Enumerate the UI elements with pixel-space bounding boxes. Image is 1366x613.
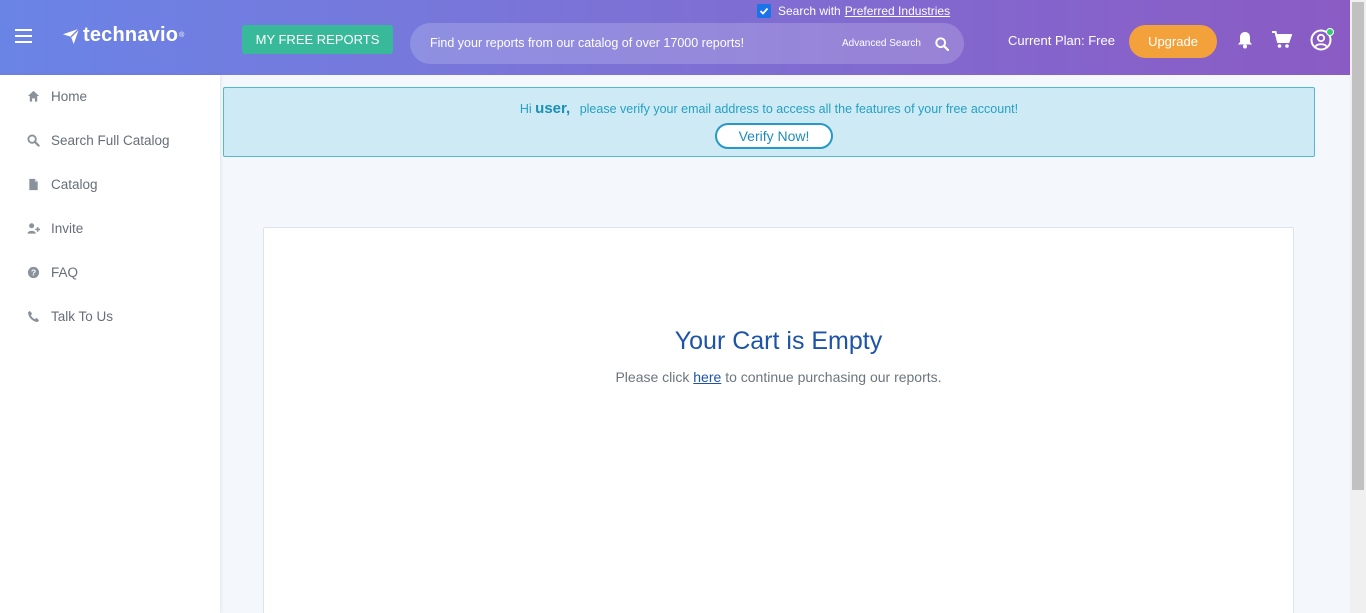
logo-trademark: ® — [179, 32, 185, 39]
empty-cart-text-after: to continue purchasing our reports. — [725, 369, 942, 385]
sidebar-item-search-full-catalog[interactable]: Search Full Catalog — [26, 133, 170, 148]
sidebar-item-talk-to-us[interactable]: Talk To Us — [26, 309, 113, 324]
empty-cart-text-before: Please click — [615, 369, 690, 385]
technavio-logo[interactable]: technavio ® — [62, 24, 184, 47]
home-icon — [26, 90, 40, 104]
preferred-prefix-text: Search with — [778, 4, 841, 18]
top-header: technavio ® MY FREE REPORTS Search with … — [0, 0, 1350, 75]
verify-email-alert: Hi user, please verify your email addres… — [223, 87, 1315, 157]
phone-icon — [26, 310, 40, 324]
search-input[interactable]: Find your reports from our catalog of ov… — [430, 36, 744, 50]
logo-text: technavio — [83, 24, 179, 46]
bell-icon[interactable] — [1237, 31, 1253, 49]
preferred-industries-toggle: Search with Preferred Industries — [757, 4, 950, 18]
search-icon — [26, 134, 40, 148]
preferred-industries-checkbox[interactable] — [757, 4, 771, 18]
logo-plane-icon — [62, 27, 80, 44]
advanced-search-link[interactable]: Advanced Search — [842, 38, 921, 49]
svg-text:?: ? — [30, 268, 35, 278]
current-plan-text: Current Plan: Free — [1008, 33, 1115, 48]
upgrade-button[interactable]: Upgrade — [1129, 25, 1217, 58]
alert-username: user, — [535, 100, 571, 117]
sidebar-item-label: Talk To Us — [51, 309, 114, 324]
sidebar: Home Search Full Catalog Catalog Invite … — [0, 75, 220, 613]
empty-cart-subtitle: Please click here to continue purchasing… — [264, 369, 1293, 385]
online-status-dot — [1326, 28, 1334, 36]
menu-icon[interactable] — [15, 29, 32, 43]
user-plus-icon — [26, 222, 40, 236]
continue-shopping-link[interactable]: here — [693, 369, 721, 385]
empty-cart-title: Your Cart is Empty — [674, 327, 883, 355]
sidebar-item-label: Search Full Catalog — [51, 133, 170, 148]
sidebar-item-label: Catalog — [51, 177, 98, 192]
sidebar-item-label: Home — [51, 89, 88, 104]
preferred-industries-link[interactable]: Preferred Industries — [845, 4, 950, 18]
check-icon — [759, 7, 769, 15]
alert-greeting: Hi — [519, 102, 532, 116]
sidebar-item-faq[interactable]: ? FAQ — [26, 265, 78, 280]
scrollbar-thumb[interactable] — [1352, 2, 1364, 490]
question-icon: ? — [26, 266, 40, 280]
sidebar-item-home[interactable]: Home — [26, 89, 87, 104]
page-scrollbar[interactable] — [1350, 0, 1366, 613]
search-icon[interactable] — [935, 37, 949, 51]
verify-now-button[interactable]: Verify Now! — [715, 123, 833, 149]
cart-panel: Your Cart is Empty Please click here to … — [263, 227, 1294, 613]
cart-icon[interactable] — [1272, 31, 1292, 49]
alert-message: please verify your email address to acce… — [579, 102, 1019, 116]
sidebar-item-catalog[interactable]: Catalog — [26, 177, 98, 192]
sidebar-item-label: Invite — [51, 221, 84, 236]
sidebar-item-invite[interactable]: Invite — [26, 221, 83, 236]
my-free-reports-button[interactable]: MY FREE REPORTS — [242, 25, 393, 54]
catalog-search-bar[interactable]: Find your reports from our catalog of ov… — [410, 23, 964, 64]
sidebar-item-label: FAQ — [51, 265, 79, 280]
file-icon — [26, 178, 40, 192]
verify-email-message: Hi user, please verify your email addres… — [224, 100, 1314, 117]
